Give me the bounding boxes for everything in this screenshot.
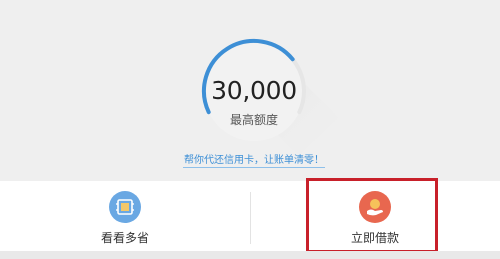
document-icon bbox=[109, 191, 141, 223]
browse-more-button[interactable]: 看看多省 bbox=[0, 181, 250, 251]
bottom-strip bbox=[0, 251, 500, 259]
promo-link[interactable]: 帮你代还信用卡，让账单清零！ bbox=[170, 151, 338, 166]
hand-coin-icon bbox=[359, 191, 391, 223]
browse-more-label: 看看多省 bbox=[100, 231, 149, 245]
borrow-now-button[interactable]: 立即借款 bbox=[250, 181, 500, 251]
promo-link-underline bbox=[183, 167, 325, 168]
credit-amount-label: 最高额度 bbox=[229, 113, 278, 127]
borrow-now-label: 立即借款 bbox=[350, 231, 399, 245]
credit-amount: 30,000 bbox=[211, 76, 297, 105]
